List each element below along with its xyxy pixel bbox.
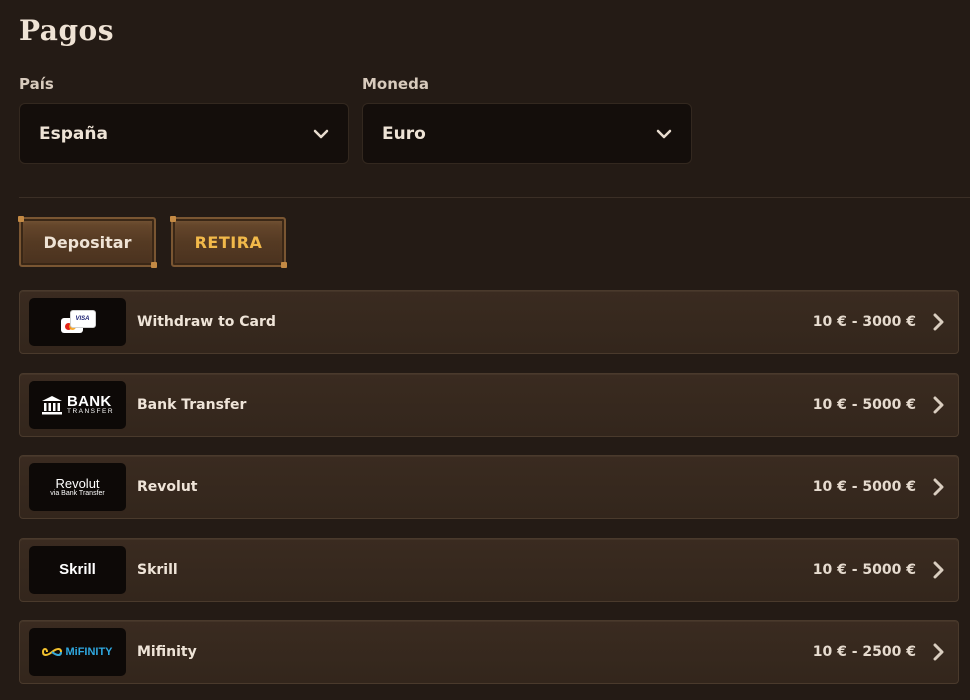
chevron-right-icon [930,642,946,662]
currency-select[interactable]: Euro [362,103,692,164]
card-logo: VISA [29,298,126,346]
payment-method-bank-transfer[interactable]: BANK TRANSFER Bank Transfer 10 € - 5000 … [19,372,959,437]
tab-withdraw[interactable]: RETIRA [170,216,287,268]
payment-method-skrill[interactable]: Skrill Skrill 10 € - 5000 € [19,537,959,602]
method-name: Revolut [137,479,198,495]
bank-transfer-logo: BANK TRANSFER [29,380,126,429]
infinity-icon [42,648,63,656]
method-range: 10 € - 2500 € [812,644,916,660]
method-range: 10 € - 5000 € [812,396,916,413]
chevron-right-icon [930,395,946,415]
currency-value: Euro [382,123,426,144]
payment-method-mifinity[interactable]: MiFINITY Mifinity 10 € - 2500 € [19,620,959,684]
skrill-logo: Skrill [29,545,126,594]
method-range: 10 € - 5000 € [812,479,916,495]
chevron-down-icon [655,125,673,143]
payment-method-revolut[interactable]: Revolut via Bank Transfer Revolut 10 € -… [19,455,959,519]
payments-page: Pagos País España Moneda Euro Depositar … [0,0,970,700]
method-name: Mifinity [137,644,197,660]
currency-label: Moneda [362,75,429,93]
payment-methods-list: VISA Withdraw to Card 10 € - 3000 € BANK… [19,290,959,700]
method-name: Bank Transfer [137,396,247,413]
bank-icon [41,395,62,414]
country-select[interactable]: España [19,103,349,164]
chevron-right-icon [930,312,946,332]
page-title: Pagos [19,14,114,47]
method-name: Skrill [137,561,178,578]
chevron-right-icon [930,560,946,580]
method-name: Withdraw to Card [137,314,276,330]
chevron-right-icon [930,477,946,497]
revolut-logo: Revolut via Bank Transfer [29,463,126,511]
chevron-down-icon [312,125,330,143]
mifinity-logo: MiFINITY [29,628,126,676]
method-range: 10 € - 3000 € [812,314,916,330]
country-label: País [19,75,54,93]
method-range: 10 € - 5000 € [812,561,916,578]
country-value: España [39,123,108,144]
tab-deposit[interactable]: Depositar [18,216,157,268]
divider [19,197,970,198]
payment-method-card[interactable]: VISA Withdraw to Card 10 € - 3000 € [19,290,959,354]
